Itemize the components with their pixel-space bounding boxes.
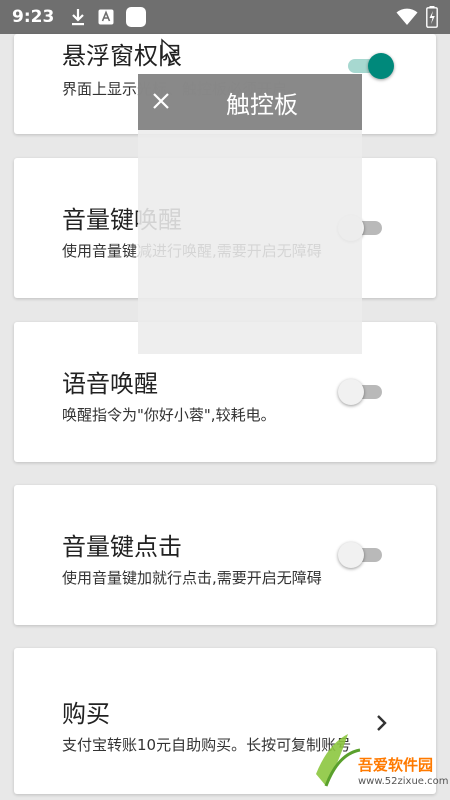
- float-permission-switch[interactable]: [348, 53, 394, 79]
- voice-wake-switch[interactable]: [338, 379, 382, 405]
- volume-click-switch[interactable]: [338, 542, 382, 568]
- translate-icon: [98, 9, 114, 25]
- app-icon: [126, 7, 147, 27]
- setting-title: 音量键点击: [62, 533, 182, 561]
- switch-knob: [338, 379, 364, 405]
- watermark: 吾爱软件园 www.52zixue.com: [308, 724, 449, 796]
- switch-knob: [338, 542, 364, 568]
- wifi-icon: [396, 8, 418, 26]
- status-time: 9:23: [12, 7, 55, 27]
- setting-desc: 唤醒指令为"你好小蓉",较耗电。: [62, 406, 276, 424]
- setting-card-volume-click[interactable]: 音量键点击 使用音量键加就行点击,需要开启无障碍: [14, 485, 436, 625]
- touchpad-title: 触控板: [226, 90, 298, 119]
- watermark-url: www.52zixue.com: [358, 776, 449, 787]
- touchpad-header[interactable]: 触控板: [138, 74, 362, 130]
- watermark-name: 吾爱软件园: [358, 756, 434, 774]
- setting-desc: 使用音量键加就行点击,需要开启无障碍: [62, 569, 322, 587]
- status-bar: 9:23: [0, 0, 450, 34]
- switch-knob: [368, 53, 394, 79]
- cursor-icon: [160, 38, 178, 68]
- battery-charging-icon: [426, 6, 438, 28]
- setting-title: 语音唤醒: [62, 370, 158, 398]
- close-icon[interactable]: [152, 92, 170, 114]
- setting-title: 购买: [62, 700, 110, 728]
- touchpad-overlay[interactable]: 触控板: [138, 74, 362, 354]
- download-icon: [70, 8, 86, 26]
